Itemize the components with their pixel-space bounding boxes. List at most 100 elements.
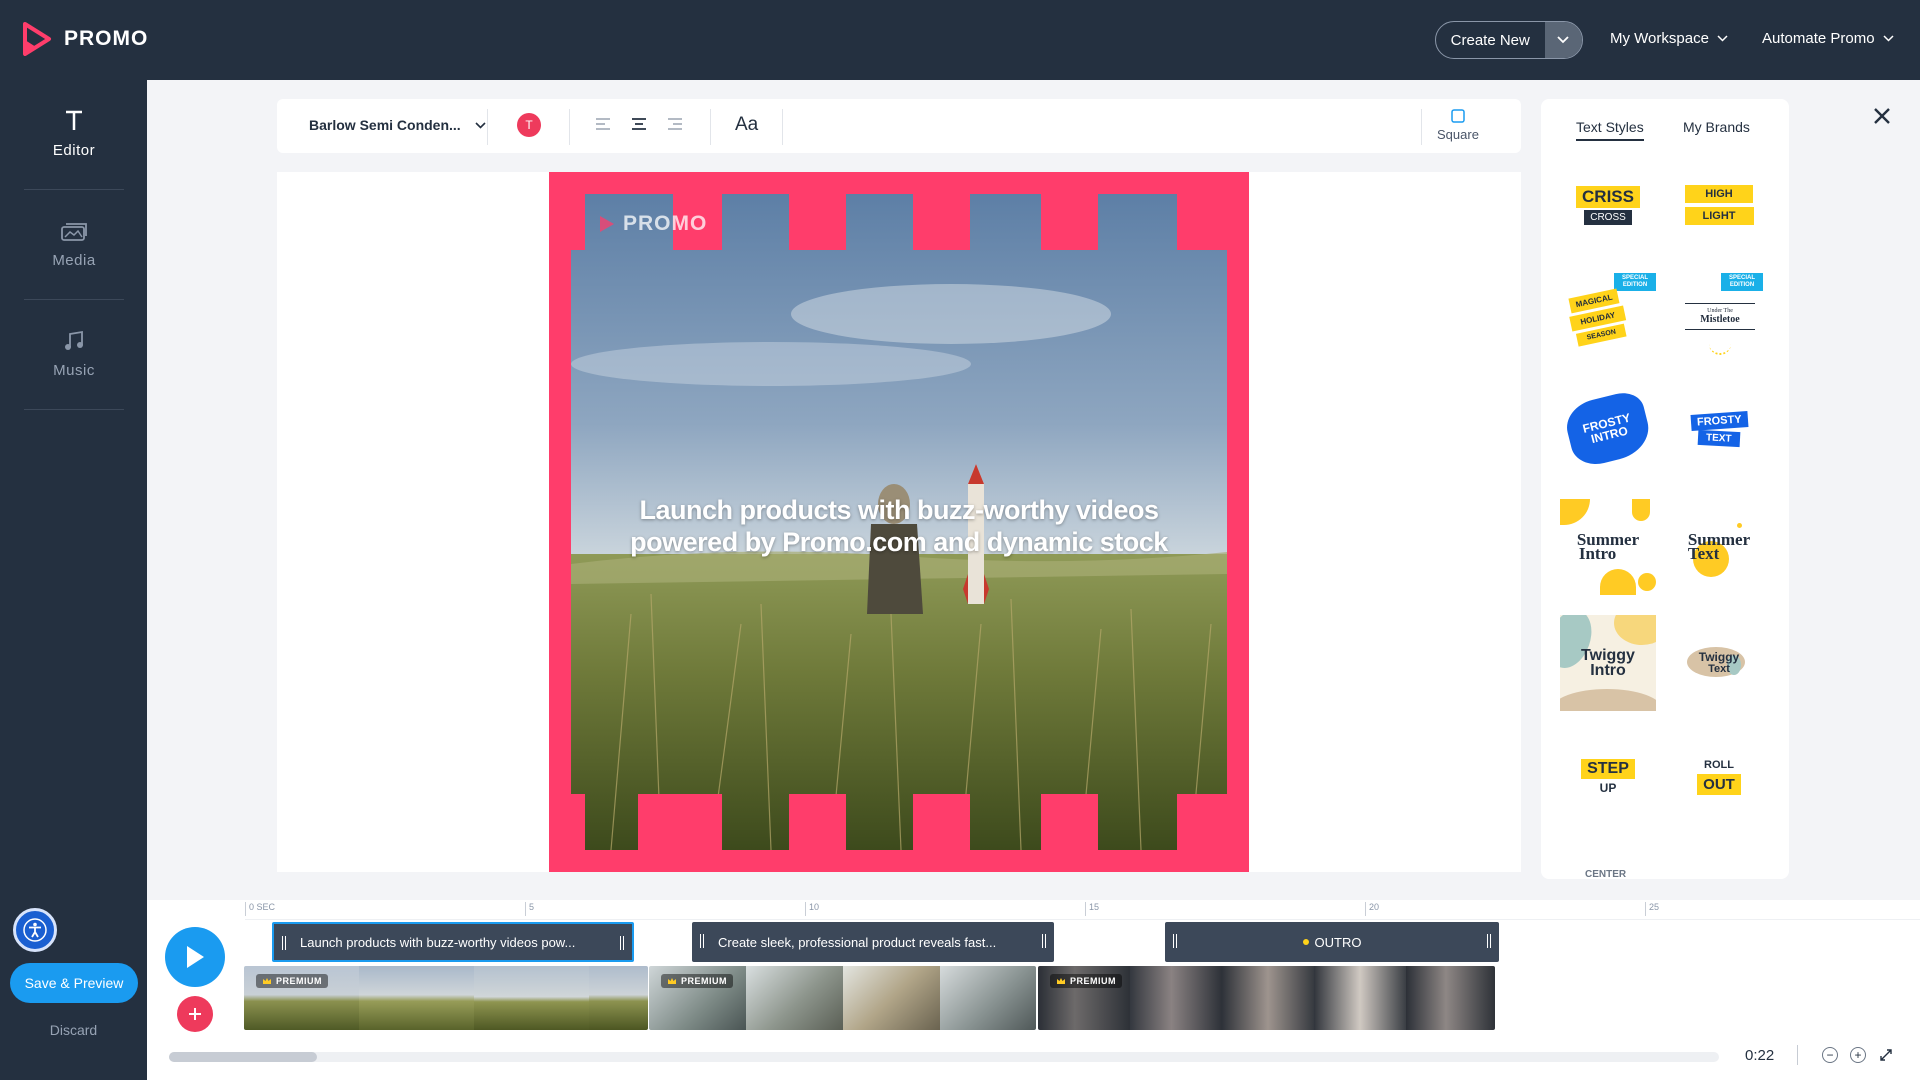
save-preview-button[interactable]: Save & Preview bbox=[10, 963, 138, 1003]
format-label: Square bbox=[1437, 127, 1479, 142]
timeline-ruler[interactable]: 0 SEC 5 10 15 20 25 bbox=[245, 900, 1920, 920]
style-subtitle: Intro bbox=[1590, 662, 1626, 679]
clip-handle[interactable] bbox=[1042, 934, 1046, 948]
tick-25: 25 bbox=[1645, 902, 1659, 916]
tick-5: 5 bbox=[525, 902, 534, 916]
toolbar-divider bbox=[487, 109, 488, 145]
accessibility-button[interactable] bbox=[13, 908, 57, 952]
zoom-out-icon[interactable]: − bbox=[1822, 1047, 1838, 1063]
tick-15: 15 bbox=[1085, 902, 1099, 916]
style-subtitle: Text bbox=[1708, 663, 1730, 675]
text-clip-outro[interactable]: OUTRO bbox=[1165, 922, 1499, 962]
automate-promo-menu[interactable]: Automate Promo bbox=[1762, 30, 1894, 47]
sidebar-item-music[interactable]: Music bbox=[24, 300, 124, 410]
create-new-dropdown-icon[interactable] bbox=[1544, 22, 1582, 58]
discard-link[interactable]: Discard bbox=[0, 1022, 147, 1038]
square-format-icon bbox=[1451, 109, 1465, 123]
style-center-partial[interactable]: CENTER bbox=[1585, 869, 1626, 879]
text-toolbar: Barlow Semi Conden... T Aa Square bbox=[277, 99, 1521, 153]
timeline-scroll-thumb[interactable] bbox=[169, 1052, 317, 1062]
style-frosty-text[interactable]: FROSTY TEXT bbox=[1671, 381, 1767, 477]
text-case-button[interactable]: Aa bbox=[735, 114, 758, 136]
style-step-up[interactable]: STEP UP bbox=[1560, 729, 1656, 825]
style-title: STEP bbox=[1581, 759, 1635, 779]
headline-line-1: Launch products with buzz-worthy videos bbox=[639, 495, 1159, 525]
plus-icon bbox=[189, 1008, 201, 1020]
align-left-icon[interactable] bbox=[595, 117, 611, 131]
style-roll-out[interactable]: ROLL OUT bbox=[1671, 729, 1767, 825]
chevron-down-icon bbox=[475, 121, 486, 129]
video-clip-2[interactable]: PREMIUM bbox=[649, 966, 1036, 1030]
promo-logo[interactable]: PROMO bbox=[22, 22, 148, 56]
left-sidebar: Editor Media Music Save & Preview Discar… bbox=[0, 80, 147, 1080]
create-new-button[interactable]: Create New bbox=[1435, 21, 1583, 59]
style-subtitle: TEXT bbox=[1697, 429, 1741, 447]
text-clip-1[interactable]: Launch products with buzz-worthy videos … bbox=[272, 922, 634, 962]
video-clip-3[interactable]: PREMIUM bbox=[1038, 966, 1495, 1030]
style-mistletoe[interactable]: SPECIAL EDITION Under The Mistletoe bbox=[1671, 267, 1767, 363]
sidebar-item-editor[interactable]: Editor bbox=[24, 80, 124, 190]
sidebar-item-media[interactable]: Media bbox=[24, 190, 124, 300]
automate-promo-label[interactable]: Automate Promo bbox=[1762, 30, 1875, 47]
video-frame[interactable]: PROMO Launch products with buzz-worthy v… bbox=[549, 172, 1249, 872]
font-family-select[interactable]: Barlow Semi Conden... bbox=[309, 117, 486, 133]
premium-label: PREMIUM bbox=[1070, 976, 1116, 986]
play-button[interactable] bbox=[165, 927, 225, 987]
align-right-icon[interactable] bbox=[667, 117, 683, 131]
tab-my-brands[interactable]: My Brands bbox=[1683, 119, 1750, 135]
style-title: FROSTY bbox=[1690, 410, 1748, 431]
crown-icon bbox=[263, 978, 271, 984]
style-summer-intro[interactable]: Summer Intro bbox=[1560, 499, 1656, 595]
top-bar: PROMO Create New My Workspace Automate P… bbox=[0, 0, 1920, 80]
timeline-scrollbar[interactable] bbox=[169, 1052, 1719, 1062]
play-icon bbox=[187, 946, 204, 968]
toolbar-divider bbox=[710, 109, 711, 145]
style-title: CRISS bbox=[1576, 185, 1640, 208]
align-center-icon[interactable] bbox=[631, 117, 647, 131]
accessibility-icon bbox=[23, 918, 47, 942]
headline-line-2: powered by Promo.com and dynamic stock bbox=[630, 527, 1168, 557]
text-clip-label: OUTRO bbox=[1314, 934, 1362, 950]
my-workspace-menu[interactable]: My Workspace bbox=[1610, 30, 1728, 47]
promo-logo-text: PROMO bbox=[64, 27, 149, 50]
text-color-button[interactable]: T bbox=[517, 113, 541, 137]
style-high-light[interactable]: HIGH LIGHT bbox=[1671, 157, 1767, 253]
headline-text[interactable]: Launch products with buzz-worthy videos … bbox=[589, 494, 1209, 558]
text-styles-panel: Text Styles My Brands CRISS CROSS HIGH L… bbox=[1541, 99, 1789, 879]
crown-icon bbox=[668, 978, 676, 984]
crown-icon bbox=[1057, 978, 1065, 984]
clip-handle[interactable] bbox=[1173, 934, 1177, 948]
style-subtitle: UP bbox=[1599, 781, 1617, 795]
format-square-button[interactable]: Square bbox=[1437, 109, 1479, 142]
toolbar-divider bbox=[1421, 109, 1422, 145]
premium-badge: PREMIUM bbox=[256, 974, 328, 988]
font-family-value[interactable]: Barlow Semi Conden... bbox=[309, 117, 461, 133]
style-twiggy-intro[interactable]: Twiggy Intro bbox=[1560, 615, 1656, 711]
text-clip-2[interactable]: Create sleek, professional product revea… bbox=[692, 922, 1054, 962]
close-icon[interactable] bbox=[1870, 104, 1894, 128]
clip-handle[interactable] bbox=[620, 936, 624, 950]
video-canvas: PROMO Launch products with buzz-worthy v… bbox=[277, 172, 1521, 872]
total-duration: 0:22 bbox=[1745, 1047, 1775, 1064]
style-summer-text[interactable]: Summer Text bbox=[1671, 499, 1767, 595]
style-title: ROLL bbox=[1704, 759, 1734, 771]
style-criss-cross[interactable]: CRISS CROSS bbox=[1560, 157, 1656, 253]
style-frosty-intro[interactable]: FROSTY INTRO bbox=[1560, 381, 1656, 477]
promo-logo-icon bbox=[600, 216, 614, 232]
tick-0: 0 SEC bbox=[245, 902, 275, 916]
video-clip-1[interactable]: PREMIUM bbox=[244, 966, 648, 1030]
style-title: HIGH bbox=[1685, 185, 1753, 203]
tab-text-styles[interactable]: Text Styles bbox=[1576, 119, 1644, 141]
clip-handle[interactable] bbox=[1487, 934, 1491, 948]
create-new-label[interactable]: Create New bbox=[1436, 22, 1545, 58]
zoom-in-icon[interactable]: + bbox=[1850, 1047, 1866, 1063]
clip-handle[interactable] bbox=[700, 934, 704, 948]
style-magical-holiday[interactable]: SPECIAL EDITION MAGICAL HOLIDAY SEASON bbox=[1560, 267, 1656, 363]
add-scene-button[interactable] bbox=[177, 996, 213, 1032]
premium-badge: PREMIUM bbox=[661, 974, 733, 988]
fit-timeline-icon[interactable] bbox=[1878, 1047, 1894, 1063]
clip-handle[interactable] bbox=[282, 936, 286, 950]
my-workspace-label[interactable]: My Workspace bbox=[1610, 30, 1709, 47]
style-twiggy-text[interactable]: Twiggy Text bbox=[1671, 615, 1767, 711]
style-subtitle: Text bbox=[1687, 544, 1720, 563]
